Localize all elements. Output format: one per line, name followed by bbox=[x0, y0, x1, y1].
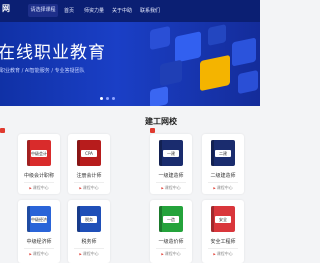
banner-tile bbox=[238, 69, 258, 95]
course-badge: 一造 bbox=[163, 216, 179, 223]
hero-banner[interactable]: 在线职业教育 职业教育 / AI智能服务 / 专业答疑团队 bbox=[0, 22, 260, 106]
book-spine bbox=[159, 206, 162, 232]
divider bbox=[74, 248, 104, 249]
book-spine bbox=[27, 140, 30, 166]
carousel-dot-active[interactable] bbox=[100, 97, 103, 100]
course-center-link[interactable]: 课程中心 bbox=[18, 185, 60, 191]
course-badge: 中级会计 bbox=[31, 150, 47, 157]
site-logo[interactable]: 网 bbox=[2, 3, 10, 14]
course-card[interactable]: 一造 一级造价师 课程中心 bbox=[150, 200, 192, 263]
course-badge: 二建 bbox=[215, 150, 231, 157]
banner-tile bbox=[160, 59, 182, 87]
course-card[interactable]: 安全 安全工程师 课程中心 bbox=[202, 200, 244, 263]
nav-item-home[interactable]: 首页 bbox=[64, 0, 74, 22]
book-spine bbox=[27, 206, 30, 232]
course-center-link[interactable]: 课程中心 bbox=[202, 251, 244, 257]
divider bbox=[208, 182, 238, 183]
book-spine bbox=[211, 140, 214, 166]
top-navbar: 网 请选择课程 首页 师资力量 关于中助 联系我们 bbox=[0, 0, 260, 22]
course-center-link[interactable]: 课程中心 bbox=[150, 185, 192, 191]
course-center-link[interactable]: 课程中心 bbox=[18, 251, 60, 257]
course-center-link[interactable]: 课程中心 bbox=[150, 251, 192, 257]
banner-tile bbox=[150, 86, 168, 106]
course-book-icon: 安全 bbox=[211, 206, 235, 232]
book-spine bbox=[77, 206, 80, 232]
book-spine bbox=[159, 140, 162, 166]
course-book-icon: 税务 bbox=[77, 206, 101, 232]
banner-tile bbox=[175, 31, 201, 63]
course-book-icon: 一建 bbox=[159, 140, 183, 166]
course-card[interactable]: 税务 税务师 课程中心 bbox=[68, 200, 110, 263]
course-badge: CPA bbox=[81, 150, 97, 157]
course-name: 二级建造师 bbox=[210, 173, 236, 179]
carousel-dot[interactable] bbox=[106, 97, 109, 100]
course-book-icon: CPA bbox=[77, 140, 101, 166]
section-title: 建工网校 bbox=[145, 117, 177, 126]
course-name: 注册会计师 bbox=[76, 173, 102, 179]
course-name: 中级会计职称 bbox=[23, 173, 54, 179]
course-center-link[interactable]: 课程中心 bbox=[68, 185, 110, 191]
banner-tile bbox=[232, 37, 256, 67]
divider bbox=[208, 248, 238, 249]
nav-item-teachers[interactable]: 师资力量 bbox=[84, 0, 104, 22]
nav-item-contact[interactable]: 联系我们 bbox=[140, 0, 160, 22]
course-badge: 安全 bbox=[215, 216, 231, 223]
book-spine bbox=[211, 206, 214, 232]
course-center-link[interactable]: 课程中心 bbox=[202, 185, 244, 191]
divider bbox=[74, 182, 104, 183]
carousel-dot[interactable] bbox=[112, 97, 115, 100]
page: 网 请选择课程 首页 师资力量 关于中助 联系我们 在线职业教育 职业教育 / … bbox=[0, 0, 260, 263]
course-book-icon: 一造 bbox=[159, 206, 183, 232]
divider bbox=[24, 182, 54, 183]
divider bbox=[156, 248, 186, 249]
banner-tile bbox=[208, 24, 226, 46]
course-badge: 一建 bbox=[163, 150, 179, 157]
section-marker bbox=[150, 128, 155, 133]
divider bbox=[24, 248, 54, 249]
divider bbox=[156, 182, 186, 183]
carousel-dots bbox=[100, 97, 115, 100]
highlight-tile bbox=[200, 54, 230, 92]
book-spine bbox=[77, 140, 80, 166]
course-card[interactable]: 中级会计 中级会计职称 课程中心 bbox=[18, 134, 60, 194]
course-name: 安全工程师 bbox=[210, 239, 236, 245]
course-name: 中级经济师 bbox=[26, 239, 52, 245]
course-card[interactable]: 中级经济 中级经济师 课程中心 bbox=[18, 200, 60, 263]
course-badge: 税务 bbox=[81, 216, 97, 223]
course-book-icon: 二建 bbox=[211, 140, 235, 166]
course-center-link[interactable]: 课程中心 bbox=[68, 251, 110, 257]
course-book-icon: 中级会计 bbox=[27, 140, 51, 166]
course-name: 一级造价师 bbox=[158, 239, 184, 245]
course-card[interactable]: 二建 二级建造师 课程中心 bbox=[202, 134, 244, 194]
hero-title: 在线职业教育 bbox=[0, 43, 106, 63]
course-select-dropdown[interactable]: 请选择课程 bbox=[28, 4, 58, 17]
banner-tile bbox=[150, 25, 170, 51]
course-badge: 中级经济 bbox=[31, 216, 47, 223]
course-name: 一级建造师 bbox=[158, 173, 184, 179]
course-book-icon: 中级经济 bbox=[27, 206, 51, 232]
hero-subtitle: 职业教育 / AI智能服务 / 专业答疑团队 bbox=[0, 68, 85, 74]
course-name: 税务师 bbox=[81, 239, 97, 245]
course-card[interactable]: 一建 一级建造师 课程中心 bbox=[150, 134, 192, 194]
course-card[interactable]: CPA 注册会计师 课程中心 bbox=[68, 134, 110, 194]
section-marker bbox=[0, 128, 5, 133]
nav-item-about[interactable]: 关于中助 bbox=[112, 0, 132, 22]
